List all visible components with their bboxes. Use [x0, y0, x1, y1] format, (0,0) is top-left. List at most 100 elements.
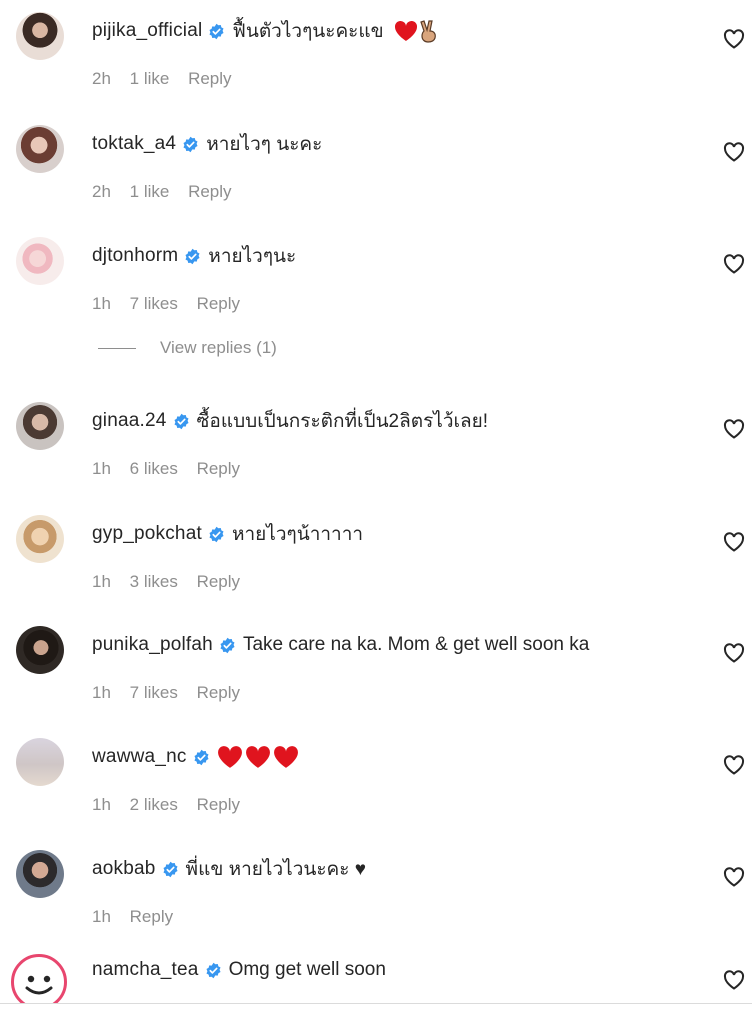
comment-item: pijika_official ฟื้นตัวไวๆนะคะแข 2h 1 li… — [0, 7, 752, 103]
comment-text: Omg get well soon — [228, 959, 386, 980]
verified-icon — [209, 526, 224, 542]
comment-meta: 1h 3 likes Reply — [92, 572, 254, 592]
comment-text: หายไวๆน้าาาาา — [231, 524, 364, 545]
reply-button[interactable]: Reply — [188, 69, 231, 88]
comment-likes[interactable]: 3 likes — [130, 572, 178, 591]
avatar[interactable] — [16, 12, 64, 60]
heart-outline-icon[interactable] — [722, 27, 746, 51]
avatar[interactable] — [11, 954, 67, 1003]
avatar[interactable] — [16, 402, 64, 450]
heart-emoji-icon — [273, 746, 298, 768]
heart-outline-icon[interactable] — [722, 641, 746, 665]
comment-likes[interactable]: 2 likes — [130, 795, 178, 814]
verified-icon — [185, 248, 200, 264]
heart-outline-icon[interactable] — [722, 753, 746, 777]
comment-text: Take care na ka. Mom & get well soon ka — [242, 634, 590, 655]
comment-header: gyp_pokchat หายไวๆน้าาาาา — [92, 522, 363, 546]
avatar[interactable] — [16, 515, 64, 563]
verified-icon — [220, 637, 235, 653]
heart-emoji-icon — [217, 746, 242, 768]
comment-item: namcha_tea Omg get well soon — [0, 950, 752, 1003]
avatar[interactable] — [16, 738, 64, 786]
comment-header: pijika_official ฟื้นตัวไวๆนะคะแข — [92, 19, 438, 43]
comment-username[interactable]: wawwa_nc — [92, 746, 187, 768]
comment-time: 1h — [92, 907, 111, 926]
verified-icon — [206, 962, 221, 978]
comment-likes[interactable]: 7 likes — [130, 294, 178, 313]
reply-button[interactable]: Reply — [197, 572, 240, 591]
avatar[interactable] — [16, 125, 64, 173]
comment-text: หายไวๆ นะคะ — [206, 134, 323, 155]
comment-meta: 1h Reply — [92, 907, 187, 927]
comment-meta: 2h 1 like Reply — [92, 69, 246, 89]
comment-time: 1h — [92, 572, 111, 591]
heart-outline-icon[interactable] — [722, 252, 746, 276]
comment-header: punika_polfah Take care na ka. Mom & get… — [92, 633, 589, 657]
comment-header: ginaa.24 ซื้อแบบเป็นกระติกที่เป็น2ลิตรไว… — [92, 409, 488, 433]
comment-header: djtonhorm หายไวๆนะ — [92, 244, 296, 268]
view-replies-label: View replies (1) — [160, 338, 277, 357]
reply-button[interactable]: Reply — [197, 459, 240, 478]
comment-item: toktak_a4 หายไวๆ นะคะ 2h 1 like Reply — [0, 120, 752, 216]
comment-time: 2h — [92, 182, 111, 201]
comment-username[interactable]: punika_polfah — [92, 634, 213, 656]
heart-outline-icon[interactable] — [722, 530, 746, 554]
comment-meta: 1h 2 likes Reply — [92, 795, 254, 815]
verified-icon — [183, 136, 198, 152]
smiley-face-icon — [25, 975, 53, 995]
verified-icon — [163, 861, 178, 877]
comment-username[interactable]: toktak_a4 — [92, 133, 176, 155]
reply-button[interactable]: Reply — [197, 294, 240, 313]
reply-button[interactable]: Reply — [130, 907, 173, 926]
comment-time: 1h — [92, 795, 111, 814]
comment-text: ซื้อแบบเป็นกระติกที่เป็น2ลิตรไว้เลย! — [196, 411, 489, 432]
avatar[interactable] — [16, 237, 64, 285]
comment-text: หายไวๆนะ — [208, 246, 297, 267]
comment-likes[interactable]: 7 likes — [130, 683, 178, 702]
comment-likes[interactable]: 6 likes — [130, 459, 178, 478]
comment-likes[interactable]: 1 like — [130, 182, 170, 201]
heart-outline-icon[interactable] — [722, 417, 746, 441]
verified-icon — [174, 413, 189, 429]
avatar[interactable] — [16, 850, 64, 898]
comment-username[interactable]: namcha_tea — [92, 959, 199, 981]
comment-meta: 2h 1 like Reply — [92, 182, 246, 202]
comment-time: 1h — [92, 459, 111, 478]
comment-item: punika_polfah Take care na ka. Mom & get… — [0, 621, 752, 717]
comment-header: toktak_a4 หายไวๆ นะคะ — [92, 132, 322, 156]
comment-username[interactable]: djtonhorm — [92, 245, 178, 267]
comment-username[interactable]: ginaa.24 — [92, 410, 167, 432]
avatar[interactable] — [16, 626, 64, 674]
comment-time: 1h — [92, 294, 111, 313]
comment-item: wawwa_nc 1h 2 likes Reply — [0, 733, 752, 829]
comment-item: ginaa.24 ซื้อแบบเป็นกระติกที่เป็น2ลิตรไว… — [0, 397, 752, 493]
comment-header: aokbab พี่แข หายไวไวนะคะ ♥ — [92, 857, 366, 881]
heart-emoji-icon — [394, 20, 417, 41]
verified-icon — [209, 23, 224, 39]
heart-outline-icon[interactable] — [722, 865, 746, 889]
victory-hand-icon — [419, 20, 436, 43]
divider — [0, 1003, 752, 1004]
comment-likes[interactable]: 1 like — [130, 69, 170, 88]
view-replies-button[interactable]: View replies (1) — [98, 338, 277, 358]
comment-username[interactable]: aokbab — [92, 858, 156, 880]
comment-text: ฟื้นตัวไวๆนะคะแข — [232, 21, 384, 42]
comment-header: wawwa_nc — [92, 745, 299, 769]
comment-meta: 1h 7 likes Reply — [92, 683, 254, 703]
comment-item: aokbab พี่แข หายไวไวนะคะ ♥ 1h Reply — [0, 845, 752, 941]
reply-button[interactable]: Reply — [197, 795, 240, 814]
comment-item: gyp_pokchat หายไวๆน้าาาาา 1h 3 likes Rep… — [0, 510, 752, 606]
comment-username[interactable]: gyp_pokchat — [92, 523, 202, 545]
heart-emoji-icon — [245, 746, 270, 768]
heart-outline-icon[interactable] — [722, 968, 746, 992]
heart-outline-icon[interactable] — [722, 140, 746, 164]
emoji — [394, 19, 438, 43]
reply-button[interactable]: Reply — [188, 182, 231, 201]
reply-button[interactable]: Reply — [197, 683, 240, 702]
comment-time: 1h — [92, 683, 111, 702]
verified-icon — [194, 749, 209, 765]
comment-meta: 1h 7 likes Reply — [92, 294, 254, 314]
comment-time: 2h — [92, 69, 111, 88]
comment-username[interactable]: pijika_official — [92, 20, 202, 42]
comment-item: djtonhorm หายไวๆนะ 1h 7 likes Reply — [0, 232, 752, 328]
